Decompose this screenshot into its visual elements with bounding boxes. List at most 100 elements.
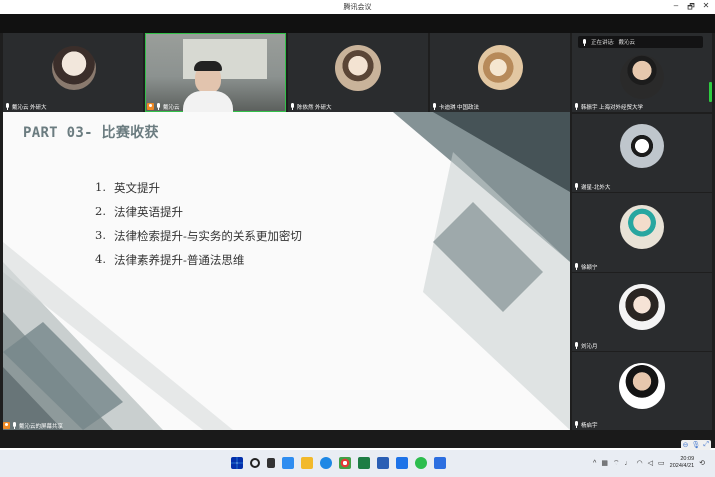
expand-icon[interactable]: ⤢ <box>703 441 709 449</box>
slide-list-item: 2. 法律英语提升 <box>95 204 302 228</box>
participant-namebar: 刘沁月 <box>574 341 598 350</box>
video-tile[interactable]: 卡迪琪 中国政法 <box>430 33 570 112</box>
meeting-bottom-strip <box>0 430 715 448</box>
search-icon[interactable] <box>250 458 260 468</box>
clock-date: 2024/4/21 <box>669 463 695 469</box>
mic-icon <box>290 103 295 110</box>
participant-namebar: 戴沁云 <box>147 102 180 111</box>
participant-name: 戴沁云 <box>163 104 180 111</box>
mic-icon <box>5 103 10 110</box>
participant-name: 杨启宇 <box>581 422 598 429</box>
excel-icon[interactable] <box>358 457 370 469</box>
participant-name: 戴沁云 外研大 <box>12 104 47 111</box>
start-icon[interactable] <box>231 457 243 469</box>
participant-name: 徐颖宁 <box>581 264 598 271</box>
slide-title: PART 03- 比赛收获 <box>23 125 159 141</box>
system-tray: ^ ▦ ⌔ ♩ ◠ ◁ ▭ 20:09 2024/4/21 ⟲ <box>593 456 705 470</box>
video-tile[interactable]: 谢星-北外大 <box>572 114 712 192</box>
wifi-icon[interactable]: ◠ <box>637 459 643 467</box>
mic-icon <box>574 263 579 270</box>
participant-avatar <box>335 45 381 91</box>
shared-screen-slide: PART 03- 比赛收获 1. 英文提升 2. 法律英语提升 3. 法律检索提… <box>3 112 570 430</box>
participant-namebar: 杨启宇 <box>574 420 598 429</box>
participant-namebar: 陈依然 外研大 <box>290 102 332 111</box>
participant-shirt <box>183 91 233 112</box>
slide-item-number: 2. <box>95 204 106 218</box>
speaking-mic-icon <box>582 38 587 46</box>
host-icon <box>3 422 10 429</box>
screen: 腾讯会议 – 🗗 ✕ 戴沁云 外研大 戴沁云 陈依然 外研大 卡迪琪 中国政法 … <box>0 0 715 477</box>
participant-namebar: 卡迪琪 中国政法 <box>432 102 479 111</box>
slide-list: 1. 英文提升 2. 法律英语提升 3. 法律检索提升-与实务的关系更加密切 4… <box>95 180 302 276</box>
participant-name: 谢星-北外大 <box>581 184 611 191</box>
window-titlebar: 腾讯会议 – 🗗 ✕ <box>0 0 715 14</box>
mic-icon <box>574 342 579 349</box>
edge-icon[interactable] <box>320 457 332 469</box>
file-explorer-icon[interactable] <box>301 457 313 469</box>
participant-avatar <box>478 45 523 90</box>
participant-name: 陈依然 外研大 <box>297 104 332 111</box>
participant-avatar <box>52 46 96 90</box>
mic-icon <box>574 183 579 190</box>
zoom-out-icon[interactable]: ⊖ <box>683 441 689 449</box>
slide-item-text: 法律检索提升-与实务的关系更加密切 <box>113 229 302 243</box>
widgets-icon[interactable] <box>282 457 294 469</box>
tray-chevron-icon[interactable]: ^ <box>593 460 596 467</box>
slide-item-number: 1. <box>95 180 106 194</box>
window-title: 腾讯会议 <box>343 4 372 11</box>
participant-scrollbar[interactable] <box>709 82 712 102</box>
video-tile[interactable]: 陈依然 外研大 <box>288 33 428 112</box>
video-tile[interactable]: 杨启宇 <box>572 352 712 430</box>
mic-status-icon[interactable]: 🎙 <box>692 441 701 449</box>
slide-list-item: 4. 法律素养提升-普通法思维 <box>95 252 302 276</box>
participant-namebar: 徐颖宁 <box>574 262 598 271</box>
participant-namebar: 戴沁云 外研大 <box>5 102 47 111</box>
wechat-icon[interactable] <box>415 457 427 469</box>
screen-share-label: 戴沁云的屏幕共享 <box>3 421 63 430</box>
participant-namebar: 谢星-北外大 <box>574 182 610 191</box>
mic-icon <box>574 103 579 110</box>
input-method-icon[interactable]: ▦ <box>601 459 608 467</box>
slide-list-item: 1. 英文提升 <box>95 180 302 204</box>
speaking-label: 正在讲话: <box>591 40 615 46</box>
mic-tray-icon[interactable]: ♩ <box>625 460 632 467</box>
volume-icon[interactable]: ◁ <box>648 459 653 467</box>
participant-avatar <box>620 205 664 249</box>
battery-icon[interactable]: ▭ <box>658 459 665 467</box>
maximize-button[interactable]: 🗗 <box>684 1 698 15</box>
notification-icon[interactable]: ⟲ <box>699 459 705 467</box>
participant-name: 卡迪琪 中国政法 <box>439 104 480 111</box>
minimize-button[interactable]: – <box>669 1 683 10</box>
top-strip <box>0 14 715 33</box>
participant-avatar <box>620 55 664 99</box>
speaking-indicator: 正在讲话: 戴沁云 <box>578 36 703 48</box>
video-tile[interactable]: 戴沁云 外研大 <box>3 33 143 112</box>
share-owner: 戴沁云的屏幕共享 <box>19 423 64 430</box>
slide-list-item: 3. 法律检索提升-与实务的关系更加密切 <box>95 228 302 252</box>
task-view-icon[interactable] <box>267 458 275 468</box>
mic-icon <box>574 421 579 428</box>
mic-icon <box>156 103 161 110</box>
slide-item-text: 法律素养提升-普通法思维 <box>113 253 245 267</box>
meeting-app-icon[interactable] <box>396 457 408 469</box>
photos-icon[interactable] <box>434 457 446 469</box>
clock-time: 20:09 <box>680 456 695 462</box>
clock[interactable]: 20:09 2024/4/21 <box>670 456 694 470</box>
video-tile-active[interactable]: 戴沁云 <box>145 33 286 112</box>
mic-icon <box>432 103 437 110</box>
close-button[interactable]: ✕ <box>699 1 713 10</box>
video-tile[interactable]: 刘沁月 <box>572 273 712 351</box>
taskbar-apps <box>231 457 446 469</box>
chrome-icon[interactable] <box>339 457 351 469</box>
participant-name: 韩振宇 上海对外经贸大学 <box>581 104 644 111</box>
participant-avatar <box>619 363 665 409</box>
participant-hair <box>194 61 222 71</box>
host-icon <box>147 103 154 110</box>
speaking-name: 戴沁云 <box>618 40 636 46</box>
video-tile[interactable]: 徐颖宁 <box>572 193 712 272</box>
slide-item-text: 法律英语提升 <box>113 205 183 219</box>
participant-avatar <box>620 124 664 168</box>
network-icon[interactable]: ⌔ <box>613 459 620 468</box>
word-icon[interactable] <box>377 457 389 469</box>
windows-taskbar: ^ ▦ ⌔ ♩ ◠ ◁ ▭ 20:09 2024/4/21 ⟲ <box>0 450 715 477</box>
